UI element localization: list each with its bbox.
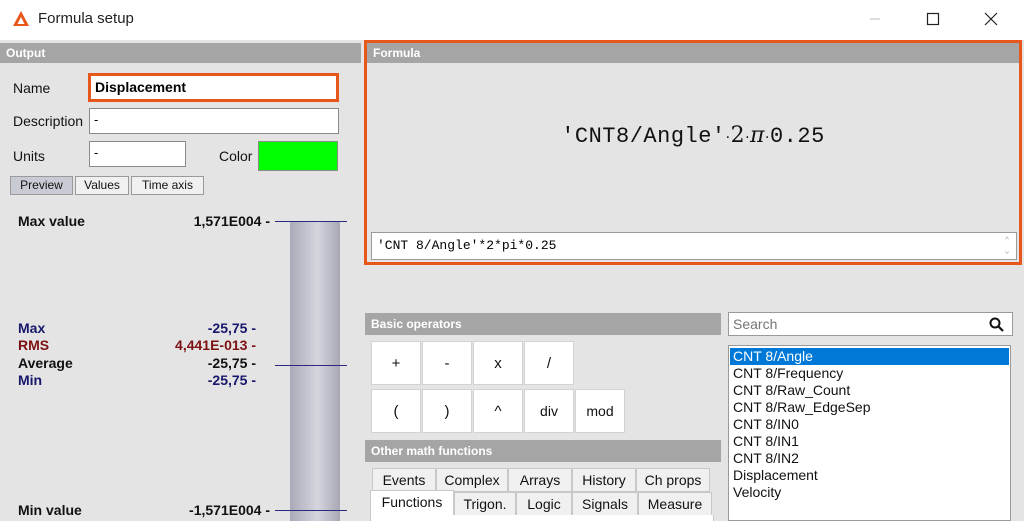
maximize-button[interactable]	[910, 0, 956, 38]
basic-operators-header: Basic operators	[365, 313, 721, 335]
min-value: -1,571E004 -	[189, 502, 270, 518]
stat-min-label: Min	[18, 372, 43, 388]
stat-average-label: Average	[18, 355, 73, 371]
units-input[interactable]: -	[89, 141, 186, 167]
units-label: Units	[13, 148, 45, 164]
stat-rms-label: RMS	[18, 337, 50, 353]
color-label: Color	[219, 148, 253, 164]
list-item[interactable]: CNT 8/IN0	[730, 416, 1009, 433]
tab-signals[interactable]: Signals	[572, 492, 638, 516]
preview-gauge-bar	[290, 222, 340, 521]
output-header: Output	[0, 43, 361, 63]
chevron-down-icon[interactable]: ⌄	[1002, 246, 1012, 256]
average-tick-line	[275, 365, 347, 366]
tab-events[interactable]: Events	[372, 468, 436, 492]
maximize-icon	[926, 12, 940, 26]
operator-multiply-button[interactable]: x	[473, 341, 523, 385]
formula-scroll[interactable]: ⌃ ⌄	[1002, 236, 1012, 256]
functions-tab-content	[370, 515, 714, 521]
minimize-button[interactable]	[852, 0, 898, 38]
tab-values[interactable]: Values	[75, 176, 129, 195]
operator-divide-button[interactable]: /	[524, 341, 574, 385]
math-functions-header: Other math functions	[365, 440, 721, 462]
window-title: Formula setup	[38, 10, 134, 27]
formula-expression-text: 'CNT 8/Angle'*2*pi*0.25	[377, 238, 557, 253]
list-item[interactable]: Velocity	[730, 484, 1009, 501]
tab-time-axis[interactable]: Time axis	[131, 176, 204, 195]
description-input[interactable]: -	[89, 108, 339, 134]
max-value-label: Max value	[18, 213, 85, 229]
tab-measure[interactable]: Measure	[638, 492, 712, 516]
formula-preview: 'CNT8/Angle'·2·π·0.25	[367, 123, 1019, 149]
formula-editor: Formula 'CNT8/Angle'·2·π·0.25 'CNT 8/Ang…	[364, 40, 1022, 265]
close-icon	[984, 12, 998, 26]
list-item[interactable]: CNT 8/IN1	[730, 433, 1009, 450]
signal-list[interactable]: CNT 8/Angle CNT 8/Frequency CNT 8/Raw_Co…	[728, 345, 1011, 521]
tab-arrays[interactable]: Arrays	[508, 468, 572, 492]
tab-preview[interactable]: Preview	[10, 176, 73, 195]
max-tick-line	[275, 221, 347, 222]
formula-two: 2	[730, 123, 746, 148]
close-button[interactable]	[968, 0, 1014, 38]
color-picker[interactable]	[258, 141, 338, 171]
minimize-icon	[870, 18, 880, 20]
name-label: Name	[13, 80, 51, 96]
list-item[interactable]: Displacement	[730, 467, 1009, 484]
operator-minus-button[interactable]: -	[422, 341, 472, 385]
min-tick-line	[275, 510, 347, 511]
search-icon[interactable]	[989, 317, 1004, 332]
stat-average-value: -25,75 -	[207, 355, 256, 371]
search-input[interactable]	[729, 313, 979, 335]
stat-min-value: -25,75 -	[207, 372, 256, 388]
formula-channel: 'CNT8/Angle'	[561, 124, 726, 149]
tab-trigon[interactable]: Trigon.	[454, 492, 516, 516]
operator-mod-button[interactable]: mod	[575, 389, 625, 433]
formula-factor: 0.25	[769, 124, 825, 149]
formula-pi: π	[750, 123, 766, 148]
operator-plus-button[interactable]: +	[371, 341, 421, 385]
list-item[interactable]: CNT 8/Raw_EdgeSep	[730, 399, 1009, 416]
operator-power-button[interactable]: ^	[473, 389, 523, 433]
list-item[interactable]: CNT 8/IN2	[730, 450, 1009, 467]
operator-div-button[interactable]: div	[524, 389, 574, 433]
min-value-label: Min value	[18, 502, 82, 518]
chevron-up-icon[interactable]: ⌃	[1002, 236, 1012, 246]
tab-complex[interactable]: Complex	[436, 468, 508, 492]
app-logo-icon	[13, 11, 29, 26]
stat-max-label: Max	[18, 320, 46, 336]
tab-functions[interactable]: Functions	[370, 490, 454, 516]
tab-ch-props[interactable]: Ch props	[636, 468, 710, 492]
description-label: Description	[13, 113, 84, 129]
title-bar: Formula setup	[0, 0, 1024, 40]
operator-close-paren-button[interactable]: )	[422, 389, 472, 433]
operator-open-paren-button[interactable]: (	[371, 389, 421, 433]
formula-header: Formula	[367, 43, 1019, 63]
tab-logic[interactable]: Logic	[516, 492, 572, 516]
stat-max-value: -25,75 -	[207, 320, 256, 336]
max-value: 1,571E004 -	[193, 213, 270, 229]
stat-rms-value: 4,441E-013 -	[175, 337, 256, 353]
search-box[interactable]	[728, 312, 1013, 336]
tab-history[interactable]: History	[572, 468, 636, 492]
formula-expression-input[interactable]: 'CNT 8/Angle'*2*pi*0.25 ⌃ ⌄	[371, 232, 1017, 260]
list-item[interactable]: CNT 8/Angle	[730, 348, 1009, 365]
list-item[interactable]: CNT 8/Raw_Count	[730, 382, 1009, 399]
name-input[interactable]: Displacement	[88, 73, 339, 102]
list-item[interactable]: CNT 8/Frequency	[730, 365, 1009, 382]
